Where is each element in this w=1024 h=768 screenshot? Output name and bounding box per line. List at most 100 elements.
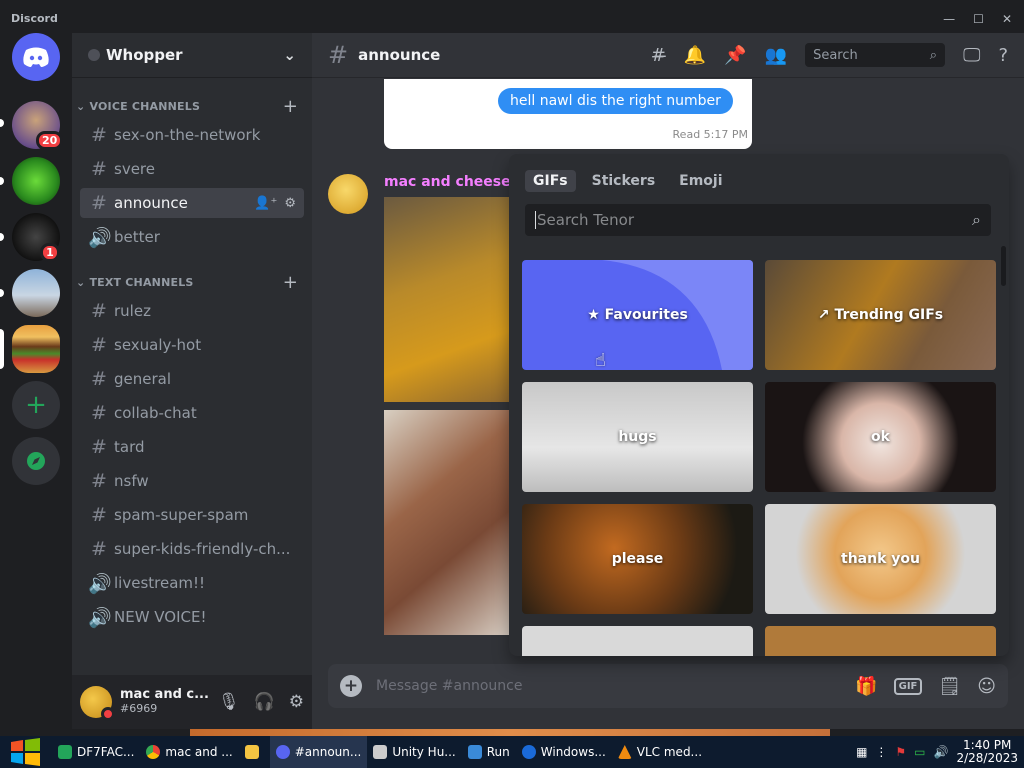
channel-item-selected[interactable]: # announce 👤⁺ ⚙ [80,188,304,218]
microphone-icon[interactable]: 🎙 [218,692,240,712]
channel-item[interactable]: # collab-chat [80,398,304,428]
threads-icon[interactable]: #̶ [651,45,666,66]
background-window-strip [190,729,830,736]
hash-icon: # [91,436,107,458]
gif-category-please[interactable]: please [522,504,753,614]
headphones-icon[interactable]: 🎧 [254,692,275,712]
chrome-icon [146,745,161,759]
channel-item[interactable]: # general [80,364,304,394]
channel-item[interactable]: # rulez [80,296,304,326]
add-attachment-button[interactable]: + [340,675,362,697]
gif-category-partial[interactable] [522,626,753,656]
gear-icon[interactable]: ⚙ [284,196,296,211]
taskbar-item[interactable]: Windows... [516,736,612,768]
overflow-icon[interactable]: ⋮ [875,745,887,759]
channel-name: announce [114,194,188,212]
gif-category-hugs[interactable]: hugs [522,382,753,492]
server-icon-whopper[interactable] [12,325,60,373]
channel-item[interactable]: # svere [80,154,304,184]
hash-icon: # [91,368,107,390]
gif-category-thank-you[interactable]: thank you [765,504,996,614]
home-button[interactable] [12,33,60,81]
add-server-button[interactable]: + [12,381,60,429]
volume-icon[interactable]: 🔊 [934,745,949,759]
channel-name: svere [114,160,155,178]
channel-item[interactable]: # sexualy-hot [80,330,304,360]
gif-category-trending[interactable]: ↗ Trending GIFs [765,260,996,370]
members-icon[interactable]: 👥 [765,45,787,66]
avatar[interactable] [80,686,115,721]
gif-category-partial[interactable] [765,626,996,656]
taskbar-item[interactable]: Run [462,736,516,768]
tab-gifs[interactable]: GIFs [525,170,576,192]
channel-item[interactable]: 🔊 livestream!! [80,568,304,598]
taskbar-item-active[interactable]: #announ... [269,736,368,768]
channel-item[interactable]: 🔊 NEW VOICE! [80,602,304,632]
gif-search-input[interactable]: Search Tenor ⌕ [525,204,991,236]
message-composer[interactable]: + Message #announce 🎁 GIF 🗒 ☺ [328,664,1008,708]
inbox-icon[interactable]: 🖵 [963,45,980,66]
mention-badge: 20 [36,131,64,150]
tile-label: Trending GIFs [834,307,944,323]
channel-item[interactable]: # spam-super-spam [80,500,304,530]
unread-pill [0,233,4,241]
close-button[interactable]: ✕ [1002,12,1012,26]
channel-item[interactable]: 🔊 better [80,222,304,252]
tab-stickers[interactable]: Stickers [584,170,664,192]
create-channel-icon[interactable]: + [283,272,298,293]
picker-scrollbar[interactable] [1001,246,1006,286]
channel-item[interactable]: # sex-on-the-network [80,120,304,150]
sticker-icon[interactable]: 🗒 [938,676,961,697]
gif-category-ok[interactable]: ok [765,382,996,492]
avatar[interactable] [328,174,368,214]
maximize-button[interactable]: ☐ [973,12,984,26]
folder-icon [244,745,259,759]
channel-item[interactable]: # tard [80,432,304,462]
taskbar-item[interactable]: mac and ... [140,736,238,768]
pin-icon[interactable]: 📌 [724,45,746,66]
channel-item[interactable]: # nsfw [80,466,304,496]
taskbar-item[interactable]: VLC med... [612,736,708,768]
taskbar-item[interactable]: DF7FAC... [52,736,140,768]
clock-date: 2/28/2023 [956,751,1018,765]
unread-pill [0,177,4,185]
taskbar-item[interactable]: Unity Hu... [367,736,461,768]
gif-attachment[interactable] [384,197,524,402]
channel-name: collab-chat [114,404,197,422]
explore-button[interactable] [12,437,60,485]
attached-image[interactable]: hell nawl dis the right number Read 5:17… [384,79,752,149]
gear-icon[interactable]: ⚙ [289,692,304,712]
clock[interactable]: 1:40 PM 2/28/2023 [956,739,1018,765]
emoji-icon[interactable]: ☺ [977,676,996,697]
title-bar: Discord — ☐ ✕ [0,0,1024,33]
guild-header[interactable]: Whopper ⌄ [72,33,312,78]
taskbar-item[interactable] [239,736,270,768]
invite-icon[interactable]: 👤⁺ [254,196,277,211]
create-channel-icon[interactable]: + [283,96,298,117]
gif-category-favourites[interactable]: ★ Favourites [522,260,753,370]
server-icon[interactable] [12,269,60,317]
search-input[interactable]: Search ⌕ [805,43,946,67]
minimize-button[interactable]: — [943,12,955,26]
taskbar-label: DF7FAC... [77,745,135,759]
gift-icon[interactable]: 🎁 [855,676,877,697]
message-author[interactable]: mac and cheeseTo [384,174,528,190]
keyboard-icon[interactable]: ▦ [856,745,867,759]
channel-item[interactable]: # super-kids-friendly-ch... [80,534,304,564]
server-icon[interactable] [12,157,60,205]
network-icon[interactable]: ▭ [914,745,925,759]
gif-button[interactable]: GIF [893,677,923,695]
start-button[interactable] [0,736,52,768]
bell-icon[interactable]: 🔔 [684,45,706,66]
category-text[interactable]: ⌄ TEXT CHANNELS + [76,272,298,293]
image-message-bubble: hell nawl dis the right number [498,88,733,114]
help-icon[interactable]: ? [998,45,1008,66]
gif-search-placeholder: Search Tenor [537,211,634,229]
taskbar-label: Run [486,745,510,759]
gif-attachment[interactable] [384,410,524,635]
tab-emoji[interactable]: Emoji [671,170,730,192]
flag-icon[interactable]: ⚑ [895,745,906,759]
collapse-arrow-icon: ⌄ [76,275,90,289]
speaker-icon: 🔊 [88,226,112,249]
category-voice[interactable]: ⌄ VOICE CHANNELS + [76,96,298,117]
